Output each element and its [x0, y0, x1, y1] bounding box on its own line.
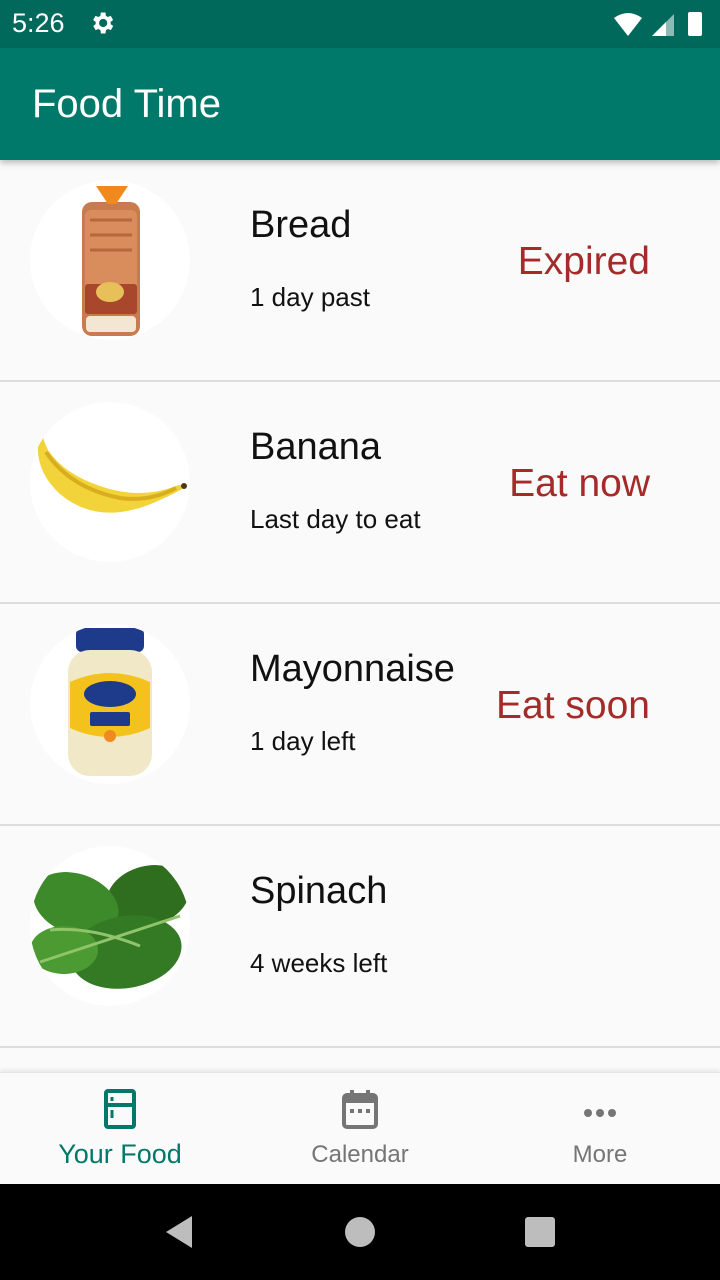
- food-status: Expired: [517, 240, 650, 283]
- food-status: Eat now: [509, 462, 650, 505]
- status-icons: [612, 10, 708, 38]
- battery-icon: [688, 12, 702, 36]
- banana-image: [30, 402, 190, 562]
- home-icon[interactable]: [340, 1212, 380, 1252]
- food-status: Eat soon: [496, 684, 650, 727]
- food-item-banana[interactable]: Banana Last day to eat Eat now: [0, 382, 720, 604]
- tab-more[interactable]: More: [480, 1073, 720, 1185]
- recents-icon[interactable]: [520, 1212, 560, 1252]
- tab-label: Your Food: [58, 1139, 182, 1169]
- tab-calendar[interactable]: Calendar: [240, 1073, 480, 1185]
- calendar-icon: [340, 1089, 380, 1129]
- food-item-partial[interactable]: [0, 1048, 720, 1072]
- food-item-bread[interactable]: Bread 1 day past Expired: [0, 160, 720, 382]
- back-icon[interactable]: [160, 1212, 200, 1252]
- status-bar: 5:26: [0, 0, 720, 48]
- food-list[interactable]: Bread 1 day past Expired Banana Last day…: [0, 160, 720, 1072]
- tab-your-food[interactable]: Your Food: [0, 1073, 240, 1185]
- settings-gear-icon: [88, 9, 116, 37]
- more-dots-icon: [580, 1089, 620, 1129]
- bottom-navigation: Your Food Calendar More: [0, 1072, 720, 1184]
- food-days-remaining: 4 weeks left: [250, 948, 388, 978]
- page-title: Food Time: [32, 82, 221, 126]
- food-name: Banana: [250, 426, 382, 468]
- food-name: Bread: [250, 204, 352, 246]
- food-item-mayonnaise[interactable]: Mayonnaise 1 day left Eat soon: [0, 604, 720, 826]
- mayonnaise-jar-image: [30, 624, 190, 784]
- fridge-icon: [100, 1089, 140, 1129]
- food-item-spinach[interactable]: Spinach 4 weeks left: [0, 826, 720, 1048]
- status-time: 5:26: [12, 8, 65, 38]
- app-bar: Food Time: [0, 48, 720, 160]
- food-name: Mayonnaise: [250, 648, 455, 690]
- food-days-remaining: 1 day past: [250, 282, 370, 312]
- tab-label: Calendar: [311, 1141, 409, 1168]
- spinach-leaves-image: [30, 846, 190, 1006]
- tab-label: More: [572, 1141, 628, 1168]
- bread-loaf-image: [30, 180, 190, 340]
- food-days-remaining: 1 day left: [250, 726, 356, 756]
- wifi-icon: [614, 13, 642, 36]
- food-days-remaining: Last day to eat: [250, 504, 421, 534]
- food-name: Spinach: [250, 870, 388, 912]
- system-navigation-bar: [0, 1184, 720, 1280]
